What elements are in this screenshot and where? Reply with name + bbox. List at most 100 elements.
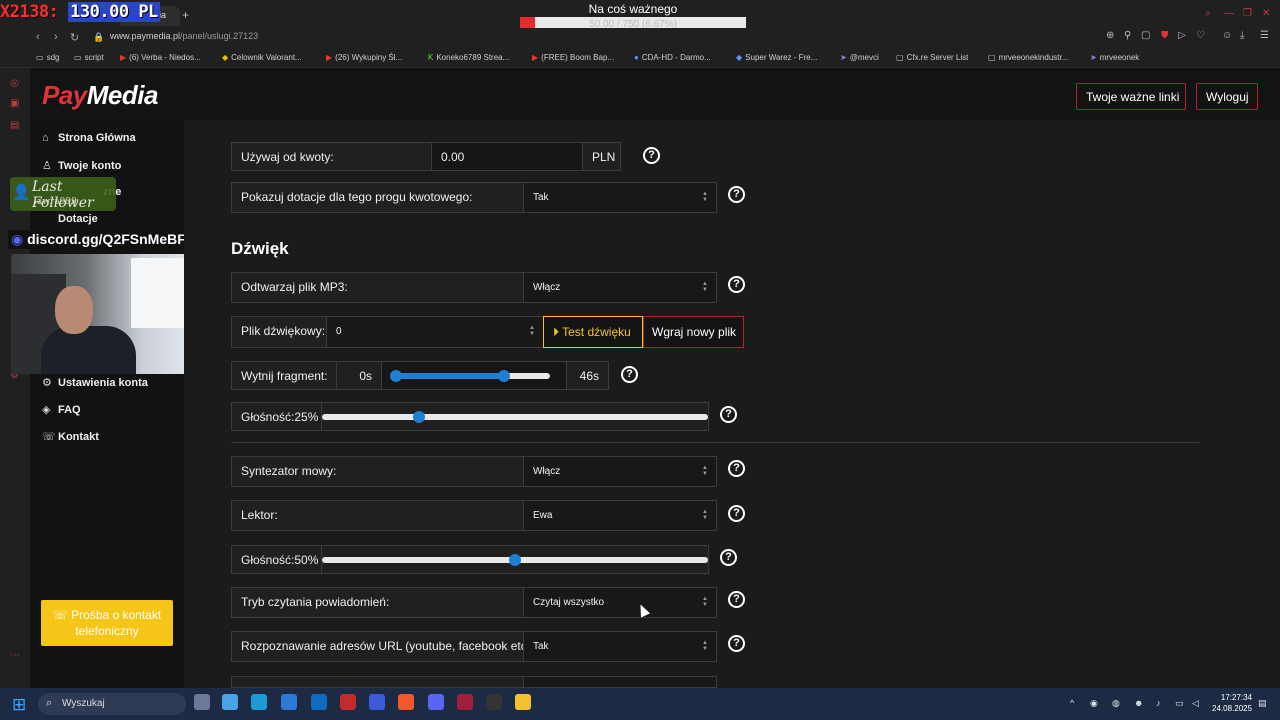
more-icon[interactable]: ⋯	[10, 650, 20, 661]
bookmark-label: (26) Wykupiny Śl...	[335, 53, 403, 62]
sidebar-item-home[interactable]: ⌂ Strona Główna	[42, 132, 136, 144]
shield-icon[interactable]: ⛊	[1161, 30, 1169, 41]
volume1-handle[interactable]	[412, 411, 425, 423]
heart-icon[interactable]: ♡	[1196, 30, 1205, 41]
menu-icon[interactable]: ☰	[1260, 30, 1269, 41]
outlook-icon[interactable]	[311, 694, 327, 710]
bookmark-item[interactable]: K Koneko6789 Strea...	[428, 53, 509, 62]
url-recognition-select[interactable]: Tak ▲ ▼	[523, 631, 717, 662]
min-amount-input[interactable]: 0.00	[431, 142, 583, 171]
twitch-icon[interactable]: ▤	[10, 120, 19, 131]
search-icon[interactable]: ⌕	[1205, 8, 1211, 19]
bookmark-item[interactable]: ● CDA-HD - Darmo...	[634, 53, 711, 62]
pin-icon[interactable]: ⚲	[1124, 30, 1131, 41]
bookmark-item[interactable]: ▢ Cfx.re Server List	[896, 53, 968, 62]
help-icon[interactable]: ?	[621, 366, 638, 383]
obs-icon[interactable]	[486, 694, 502, 710]
sidebar-item-account[interactable]: ♙ Twoje konto	[42, 159, 121, 172]
close-icon[interactable]: ✕	[1262, 8, 1270, 19]
help-icon[interactable]: ?	[728, 460, 745, 477]
play-icon[interactable]: ▷	[1178, 30, 1186, 41]
show-donations-select[interactable]: Tak ▲ ▼	[523, 182, 717, 213]
important-links-button[interactable]: Twoje ważne linki	[1076, 83, 1186, 110]
request-call-button[interactable]: ☏ Prośba o kontakt telefoniczny	[41, 600, 173, 646]
help-icon[interactable]: ?	[728, 276, 745, 293]
sidebar-item-donations[interactable]: Dotacje	[42, 213, 98, 225]
new-tab-button[interactable]: +	[182, 8, 189, 22]
tray-app-icon[interactable]: ◍	[1112, 698, 1120, 709]
paymedia-logo[interactable]: PayMedia	[42, 80, 158, 111]
help-icon[interactable]: ?	[728, 186, 745, 203]
network-icon[interactable]: ▭	[1175, 698, 1184, 709]
tts-select[interactable]: Włącz ▲ ▼	[523, 456, 717, 487]
taskbar-clock[interactable]: 17:27:34 24.08.2025	[1212, 692, 1252, 714]
play-mp3-select[interactable]: Włącz ▲ ▼	[523, 272, 717, 303]
sidebar-item-account-settings[interactable]: ⚙ Ustawienia konta	[42, 376, 148, 389]
task-view-icon[interactable]	[194, 694, 210, 710]
read-mode-select[interactable]: Czytaj wszystko ▲ ▼	[523, 587, 717, 618]
forward-icon[interactable]: ›	[54, 31, 58, 43]
messenger-icon[interactable]: ◎	[10, 78, 19, 89]
screenshot-icon[interactable]: ▢	[1141, 30, 1150, 41]
volume2-handle[interactable]	[509, 554, 521, 566]
logout-button[interactable]: Wyloguj	[1196, 83, 1258, 110]
notification-icon[interactable]: ▤	[1258, 698, 1267, 709]
volume-icon[interactable]: ◁	[1192, 698, 1199, 709]
cut-range-slider[interactable]	[381, 361, 567, 390]
help-icon[interactable]: ?	[643, 147, 660, 164]
bookmark-item[interactable]: ▶ (6) Verba - Niedos...	[120, 53, 201, 62]
sound-file-select[interactable]: 0 ▲ ▼	[326, 316, 544, 348]
steam-icon[interactable]: ◉	[1090, 698, 1098, 709]
file-explorer-icon[interactable]	[515, 694, 531, 710]
cut-end-handle[interactable]	[497, 370, 510, 382]
bookmark-item[interactable]: ◆ Super Warez - Fre...	[736, 53, 817, 62]
maximize-icon[interactable]: ❐	[1243, 8, 1252, 19]
taskbar-search[interactable]: ⌕ Wyszukaj	[38, 693, 186, 715]
bookmark-item[interactable]: ▭ script	[74, 53, 104, 62]
opera-icon[interactable]	[457, 694, 473, 710]
upload-file-button[interactable]: Wgraj nowy plik	[643, 316, 744, 348]
reader-select[interactable]: Ewa ▲ ▼	[523, 500, 717, 531]
sidebar-item-contact[interactable]: ☏ Kontakt	[42, 430, 99, 443]
help-icon[interactable]: ?	[720, 549, 737, 566]
zoom-icon[interactable]: ⊕	[1106, 30, 1114, 41]
help-icon[interactable]: ?	[728, 505, 745, 522]
test-sound-button[interactable]: ⏵ Test dźwięku	[543, 316, 643, 348]
help-icon[interactable]: ?	[728, 591, 745, 608]
cut-start-handle[interactable]	[390, 370, 402, 382]
bookmark-item[interactable]: ◆ Celownik Valorant...	[222, 53, 302, 62]
player-icon[interactable]: ▣	[10, 98, 19, 109]
next-row-select[interactable]	[523, 676, 717, 688]
app-icon[interactable]	[369, 694, 385, 710]
bookmark-item[interactable]: ▶ (FREE) Boom Bap...	[532, 53, 614, 62]
profile-icon[interactable]: ☺	[1222, 30, 1232, 41]
app-icon[interactable]	[340, 694, 356, 710]
microphone-icon[interactable]: ♪	[1156, 698, 1161, 708]
brave-icon[interactable]	[398, 694, 414, 710]
sidebar-item-faq[interactable]: ◈ FAQ	[42, 403, 81, 416]
bookmark-item[interactable]: ▭ sdg	[36, 53, 59, 62]
discord-tray-icon[interactable]: ☻	[1134, 698, 1143, 708]
copilot-icon[interactable]	[222, 694, 238, 710]
edge-icon[interactable]	[251, 694, 267, 710]
chevron-up-icon[interactable]: ^	[1070, 698, 1074, 708]
bookmark-item[interactable]: ➤ @mevci	[840, 53, 879, 62]
bookmark-item[interactable]: ➤ mrveeonek	[1090, 53, 1139, 62]
select-arrows-icon: ▲ ▼	[702, 596, 708, 608]
bookmark-item[interactable]: ▶ (26) Wykupiny Śl...	[326, 53, 402, 62]
url-field[interactable]: www.paymedia.pl/panel/uslugi.27123	[110, 31, 258, 41]
download-icon[interactable]: ⤓	[1240, 30, 1244, 41]
url-recognition-label: Rozpoznawanie adresów URL (youtube, face…	[231, 631, 524, 662]
windows-start-icon[interactable]: ⊞	[12, 695, 26, 715]
reload-icon[interactable]: ↻	[70, 31, 79, 44]
bookmark-item[interactable]: ▢ mrveeonekindustr...	[988, 53, 1068, 62]
clock-time: 17:27:34	[1220, 693, 1253, 702]
minimize-icon[interactable]: —	[1224, 8, 1234, 19]
volume2-slider[interactable]	[321, 545, 709, 574]
help-icon[interactable]: ?	[720, 406, 737, 423]
volume1-slider[interactable]	[321, 402, 709, 431]
back-icon[interactable]: ‹	[36, 31, 40, 43]
discord-icon[interactable]	[428, 694, 444, 710]
store-icon[interactable]	[281, 694, 297, 710]
help-icon[interactable]: ?	[728, 635, 745, 652]
